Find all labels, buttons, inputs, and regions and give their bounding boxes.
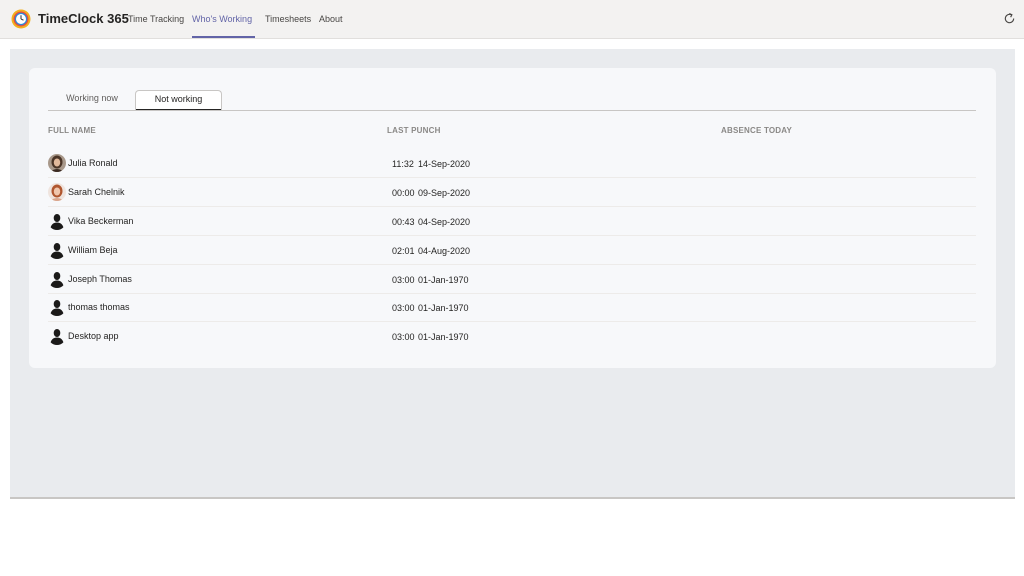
last-punch-date: 14-Sep-2020 <box>418 159 471 169</box>
table-row[interactable]: thomas thomas 03:00 01-Jan-1970 <box>48 294 976 322</box>
app-title: TimeClock 365 <box>38 11 129 26</box>
last-punch-time: 11:32 <box>392 159 414 169</box>
table-row[interactable]: Sarah Chelnik 00:00 09-Sep-2020 <box>48 179 976 207</box>
last-punch-time: 02:01 <box>392 246 415 256</box>
app-header: TimeClock 365 Time Tracking Who's Workin… <box>0 0 1024 39</box>
tab-time-tracking[interactable]: Time Tracking <box>128 14 184 24</box>
last-punch-time: 03:00 <box>392 275 415 285</box>
last-punch-date: 04-Aug-2020 <box>418 246 471 256</box>
last-punch-date: 04-Sep-2020 <box>418 217 471 227</box>
table-row[interactable]: Vika Beckerman 00:43 04-Sep-2020 <box>48 208 976 236</box>
clock-logo-icon <box>11 9 31 29</box>
tab-whos-working[interactable]: Who's Working <box>192 14 252 24</box>
last-punch-date: 01-Jan-1970 <box>418 332 469 342</box>
refresh-icon[interactable] <box>1003 12 1016 25</box>
avatar-photo-icon <box>48 154 66 172</box>
table-row[interactable]: Julia Ronald 11:32 14-Sep-2020 <box>48 150 976 178</box>
subtab-label: Not working <box>154 94 203 104</box>
last-punch-date: 01-Jan-1970 <box>418 275 469 285</box>
column-header-full-name[interactable]: FULL NAME <box>48 126 96 135</box>
employee-name: thomas thomas <box>68 302 130 312</box>
silhouette-icon <box>50 243 64 259</box>
employee-name: Vika Beckerman <box>68 216 134 226</box>
last-punch-date: 09-Sep-2020 <box>418 188 471 198</box>
table-row[interactable]: William Beja 02:01 04-Aug-2020 <box>48 237 976 265</box>
subtab-label: Working now <box>66 93 118 103</box>
last-punch-time: 00:00 <box>392 188 415 198</box>
last-punch-time: 03:00 <box>392 303 415 313</box>
silhouette-icon <box>50 214 64 230</box>
subtab-working-now[interactable]: Working now <box>56 90 128 111</box>
employee-name: Desktop app <box>68 331 119 341</box>
last-punch-time: 03:00 <box>392 332 415 342</box>
employee-name: William Beja <box>68 245 118 255</box>
tab-about[interactable]: About <box>319 14 343 24</box>
tab-timesheets[interactable]: Timesheets <box>265 14 311 24</box>
subtab-not-working[interactable]: Not working <box>135 90 222 111</box>
column-header-absence-today[interactable]: ABSENCE TODAY <box>721 126 792 135</box>
last-punch-time: 00:43 <box>392 217 415 227</box>
avatar-photo-icon <box>48 183 66 201</box>
tab-divider <box>48 110 976 111</box>
employee-name: Sarah Chelnik <box>68 187 125 197</box>
employee-name: Julia Ronald <box>68 158 118 168</box>
table-row[interactable]: Desktop app 03:00 01-Jan-1970 <box>48 323 976 351</box>
silhouette-icon <box>50 329 64 345</box>
table-row[interactable]: Joseph Thomas 03:00 01-Jan-1970 <box>48 266 976 294</box>
column-header-last-punch[interactable]: LAST PUNCH <box>387 126 441 135</box>
silhouette-icon <box>50 272 64 288</box>
silhouette-icon <box>50 300 64 316</box>
active-tab-indicator <box>192 36 255 38</box>
last-punch-date: 01-Jan-1970 <box>418 303 469 313</box>
employee-name: Joseph Thomas <box>68 274 132 284</box>
